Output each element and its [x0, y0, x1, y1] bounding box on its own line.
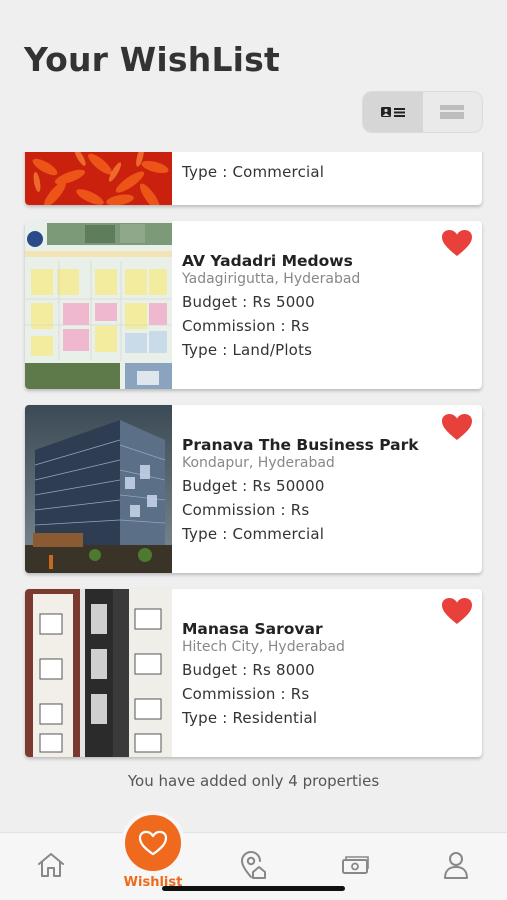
property-commission: Commission : Rs — [182, 685, 310, 703]
property-location: Yadagirigutta, Hyderabad — [182, 271, 361, 287]
list-view-icon — [440, 105, 465, 119]
property-type: Type : Commercial — [182, 163, 325, 181]
property-name: Manasa Sarovar — [182, 620, 323, 638]
tab-home[interactable] — [31, 847, 71, 883]
property-card[interactable]: Type : Commercial — [25, 152, 482, 205]
property-budget: Budget : Rs 5000 — [182, 293, 315, 311]
heart-icon[interactable] — [441, 413, 473, 441]
property-card[interactable]: AV Yadadri Medows Yadagirigutta, Hyderab… — [25, 221, 482, 389]
property-card[interactable]: Pranava The Business Park Kondapur, Hyde… — [25, 405, 482, 573]
property-type: Type : Residential — [182, 709, 318, 727]
user-icon — [444, 852, 468, 879]
heart-icon — [138, 830, 168, 856]
money-icon — [342, 856, 369, 874]
heart-icon[interactable] — [441, 597, 473, 625]
view-toggle[interactable] — [362, 91, 483, 133]
page-title: Your WishList — [24, 40, 280, 79]
property-name: AV Yadadri Medows — [182, 252, 353, 270]
location-home-icon — [240, 851, 266, 879]
property-image — [25, 589, 172, 757]
list-view-button[interactable] — [423, 92, 483, 132]
property-budget: Budget : Rs 50000 — [182, 477, 325, 495]
property-image — [25, 405, 172, 573]
property-location: Hitech City, Hyderabad — [182, 639, 345, 655]
property-budget: Budget : Rs 8000 — [182, 661, 315, 679]
property-name: Pranava The Business Park — [182, 436, 419, 454]
property-image — [25, 152, 172, 205]
wishlist-scroll[interactable]: Type : Commercial AV Yadadri Medows Yada… — [0, 152, 507, 802]
property-type: Type : Land/Plots — [182, 341, 313, 359]
wishlist-count-note: You have added only 4 properties — [127, 772, 380, 790]
card-view-icon — [380, 107, 405, 117]
tab-wishlist[interactable]: Wishlist — [114, 811, 192, 890]
property-image — [25, 221, 172, 389]
home-indicator[interactable] — [162, 886, 345, 891]
property-commission: Commission : Rs — [182, 501, 310, 519]
property-card[interactable]: Manasa Sarovar Hitech City, Hyderabad Bu… — [25, 589, 482, 757]
property-location: Kondapur, Hyderabad — [182, 455, 335, 471]
tab-earnings[interactable] — [335, 847, 375, 883]
property-type: Type : Commercial — [182, 525, 325, 543]
tab-profile[interactable] — [436, 847, 476, 883]
property-commission: Commission : Rs — [182, 317, 310, 335]
tab-locations[interactable] — [233, 847, 273, 883]
card-view-button[interactable] — [363, 92, 423, 132]
heart-icon[interactable] — [441, 229, 473, 257]
home-icon — [38, 853, 64, 877]
